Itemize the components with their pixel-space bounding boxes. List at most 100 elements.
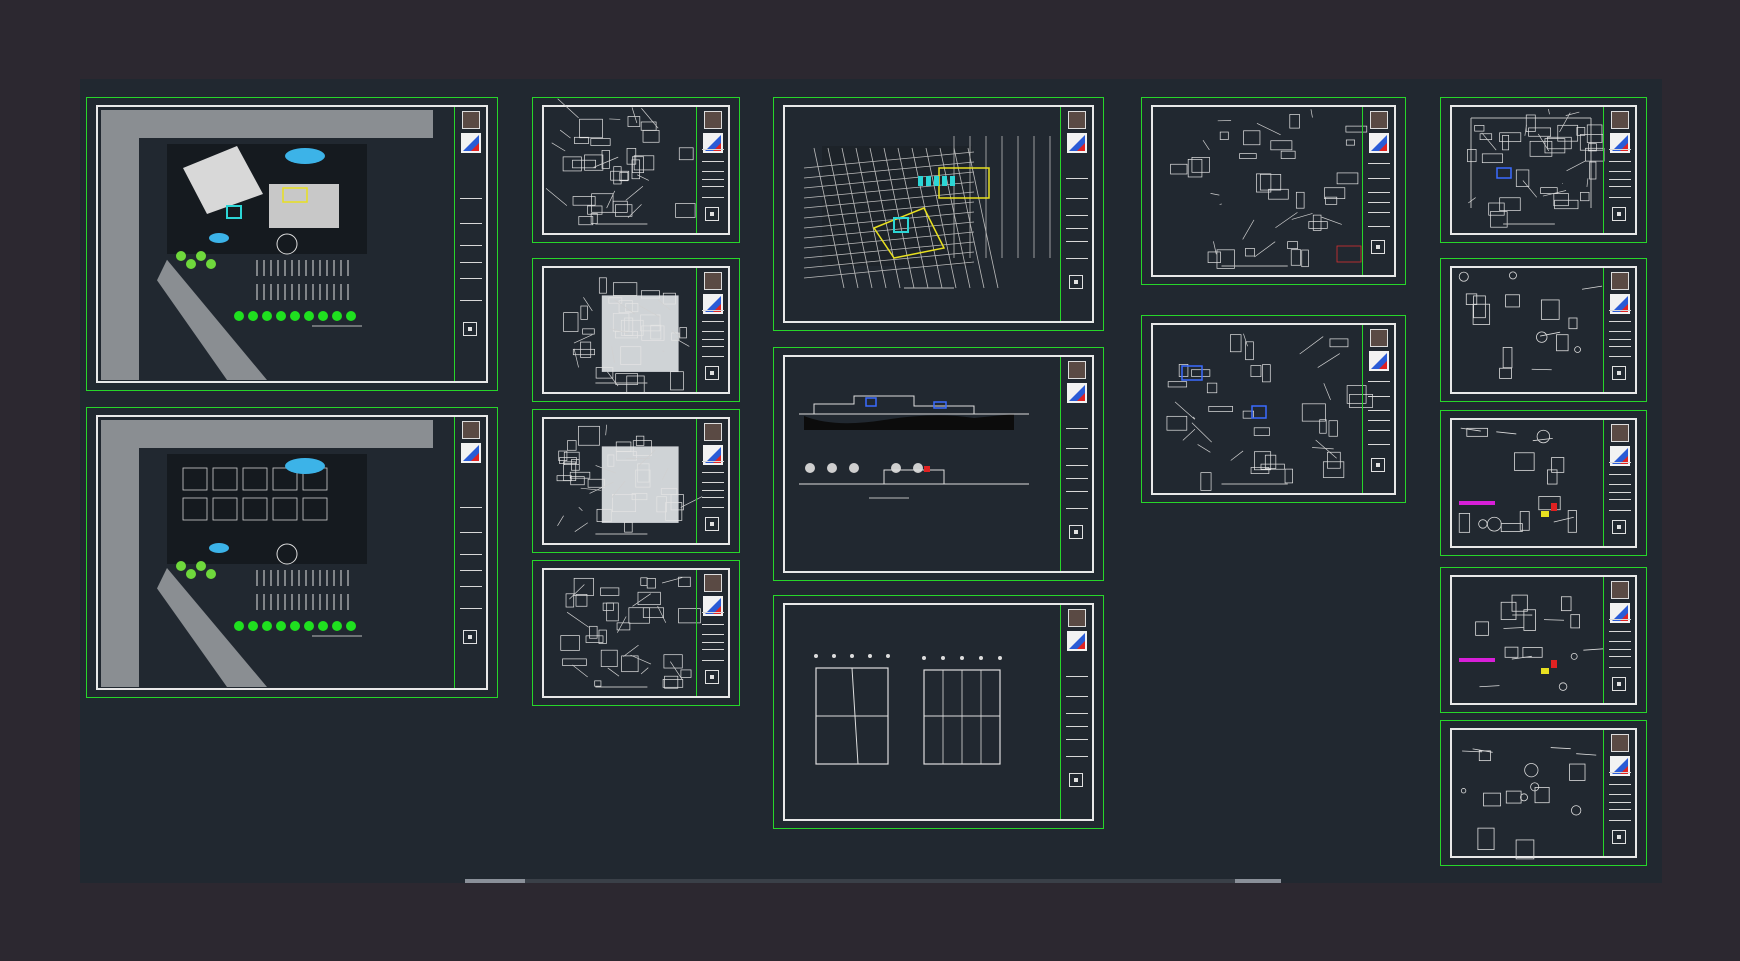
author-photo-icon (462, 421, 480, 439)
layout-sheet-structural-grid-plan[interactable] (773, 97, 1104, 331)
title-block-line (702, 310, 724, 311)
sheet-number-box (1612, 677, 1626, 691)
title-block-line (460, 198, 482, 199)
layout-sheet-floor-plan-a[interactable] (532, 97, 740, 243)
layout-sheet-details-d[interactable] (1440, 720, 1647, 866)
title-block-line (1066, 448, 1088, 449)
layout-sheet-floor-plan-d[interactable] (532, 560, 740, 706)
title-block-line (460, 300, 482, 301)
title-block-line (1368, 396, 1390, 397)
sheet-number-box (1371, 240, 1385, 254)
scrollbar-thumb-right[interactable] (1235, 879, 1281, 883)
layout-sheet-details-b[interactable] (1440, 410, 1647, 556)
title-block-line (1066, 713, 1088, 714)
title-block (1362, 325, 1394, 493)
drawing-structural-grid-plan (803, 136, 1051, 289)
author-photo-icon (1370, 329, 1388, 347)
layout-sheet-floor-plan-c[interactable] (532, 409, 740, 553)
title-block-line (702, 660, 724, 661)
title-block-line (460, 245, 482, 246)
layout-sheet-floor-plan-b[interactable] (532, 258, 740, 402)
title-block (454, 417, 486, 688)
layout-sheet-site-plan-ground-floor[interactable] (86, 407, 498, 698)
title-block-line (702, 624, 724, 625)
sheet-number-box (1069, 773, 1083, 787)
title-block-line (1066, 215, 1088, 216)
title-block-line (1066, 478, 1088, 479)
title-block-line (1609, 784, 1631, 785)
title-block-line (1609, 186, 1631, 187)
author-photo-icon (704, 574, 722, 592)
author-photo-icon (1611, 581, 1629, 599)
title-block-line (460, 278, 482, 279)
title-block-line (1609, 462, 1631, 463)
title-block-line (1368, 381, 1390, 382)
title-block-line (702, 497, 724, 498)
triangle-logo-icon (1610, 756, 1630, 776)
layout-sheet-sections-elevations[interactable] (773, 347, 1104, 581)
title-block-line (702, 649, 724, 650)
title-block-line (460, 507, 482, 508)
sheet-number-box (463, 630, 477, 644)
title-block-line (702, 171, 724, 172)
title-block-line (1368, 410, 1390, 411)
title-block-line (1066, 676, 1088, 677)
title-block-line (702, 321, 724, 322)
title-block (1603, 730, 1635, 856)
layout-sheet-details-c[interactable] (1440, 567, 1647, 713)
title-block (1060, 605, 1092, 819)
title-block-line (1066, 508, 1088, 509)
title-block-line (1368, 202, 1390, 203)
triangle-logo-icon (1610, 294, 1630, 314)
title-block-line (1609, 179, 1631, 180)
title-block-line (1609, 619, 1631, 620)
title-block-line (1066, 465, 1088, 466)
title-block-line (1368, 212, 1390, 213)
title-block-line (1609, 820, 1631, 821)
triangle-logo-icon (703, 294, 723, 314)
drawing-sections-elevations (799, 395, 1029, 499)
title-block-line (702, 197, 724, 198)
sheet-number-box (1612, 520, 1626, 534)
layout-sheet-details-a[interactable] (1440, 258, 1647, 402)
title-block-line (460, 554, 482, 555)
title-block-line (1609, 656, 1631, 657)
scrollbar-thumb-left[interactable] (465, 879, 525, 883)
title-block-line (1609, 809, 1631, 810)
title-block-line (1066, 241, 1088, 242)
title-block-line (1368, 226, 1390, 227)
title-block-line (1609, 510, 1631, 511)
title-block-line (1609, 356, 1631, 357)
triangle-logo-icon (1610, 603, 1630, 623)
sheet-number-box (705, 517, 719, 531)
title-block-line (1609, 171, 1631, 172)
layout-canvas[interactable] (80, 79, 1662, 883)
sheet-number-box (1371, 458, 1385, 472)
title-block (1060, 357, 1092, 571)
title-block (696, 419, 728, 543)
title-block-line (1066, 258, 1088, 259)
title-block-line (1368, 163, 1390, 164)
title-block-line (1066, 726, 1088, 727)
sheet-number-box (705, 207, 719, 221)
author-photo-icon (1611, 272, 1629, 290)
title-block-line (702, 461, 724, 462)
title-block-line (460, 586, 482, 587)
sheet-number-box (463, 322, 477, 336)
title-block-line (1066, 696, 1088, 697)
triangle-logo-icon (1369, 133, 1389, 153)
title-block-line (1609, 310, 1631, 311)
drawing-site-plan-ground-floor (101, 420, 433, 687)
layout-sheet-foundation-plans[interactable] (773, 595, 1104, 829)
horizontal-scrollbar[interactable] (465, 879, 1281, 883)
layout-sheet-key-plan[interactable] (1440, 97, 1647, 243)
sheet-number-box (1069, 525, 1083, 539)
title-block-line (702, 346, 724, 347)
title-block-line (1609, 484, 1631, 485)
layout-sheet-plumbing-plan[interactable] (1141, 315, 1406, 503)
title-block-line (702, 612, 724, 613)
layout-sheet-electrical-plan[interactable] (1141, 97, 1406, 285)
triangle-logo-icon (1067, 133, 1087, 153)
triangle-logo-icon (1610, 446, 1630, 466)
layout-sheet-site-plan-roof[interactable] (86, 97, 498, 391)
